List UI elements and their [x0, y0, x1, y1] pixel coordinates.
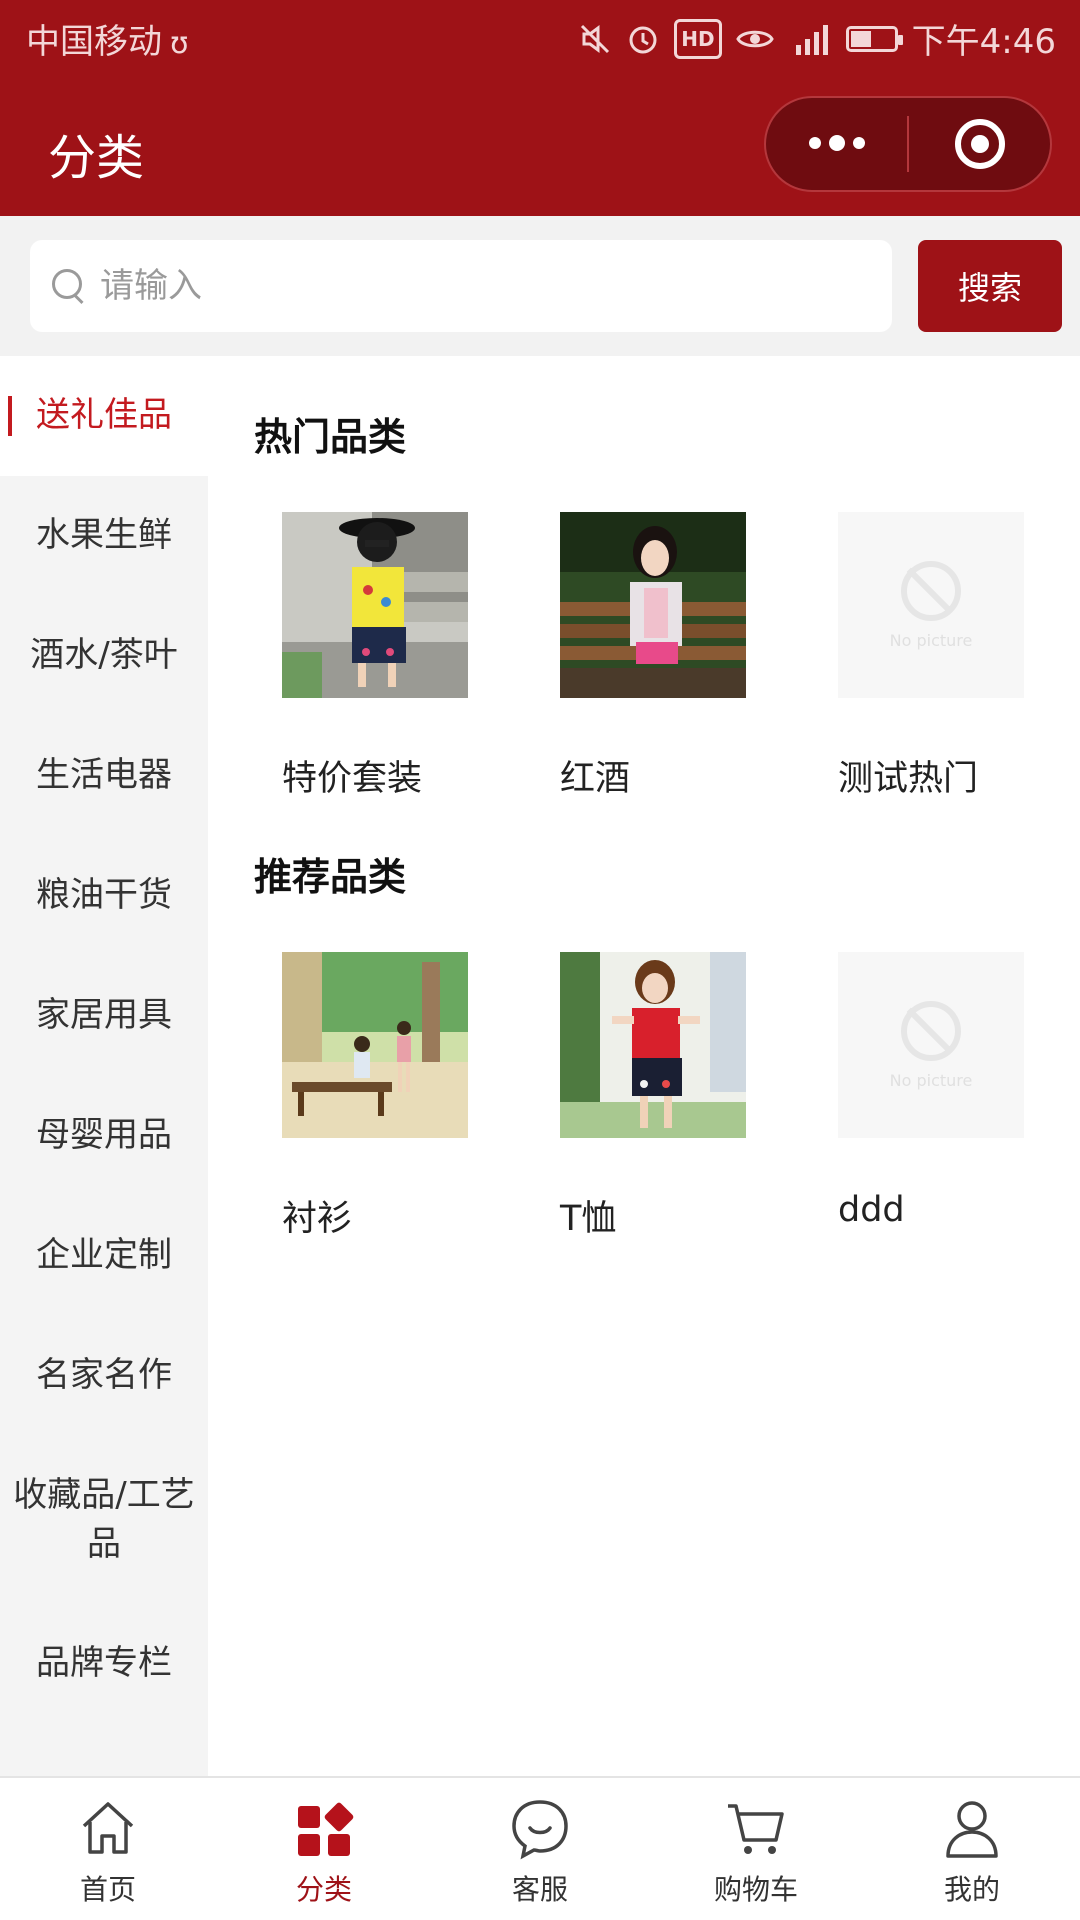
recommend-item-2[interactable]: T恤: [560, 952, 750, 1241]
hd-icon: HD: [674, 18, 722, 59]
sidebar-item-baby[interactable]: 母婴用品: [0, 1076, 208, 1196]
sidebar-item-home[interactable]: 家居用具: [0, 956, 208, 1076]
clock: 下午4:46: [911, 22, 1056, 62]
sidebar-item-gifts[interactable]: 送礼佳品: [0, 356, 208, 476]
search-icon: [52, 269, 86, 303]
no-picture-icon: [901, 560, 961, 621]
eye-icon: [735, 19, 774, 59]
chat-icon: [512, 1800, 568, 1860]
tab-home[interactable]: 首页: [0, 1778, 216, 1920]
alarm-icon: [626, 19, 660, 59]
tab-category[interactable]: 分类: [216, 1778, 432, 1920]
title-bar: 分类: [0, 76, 1080, 216]
search-box[interactable]: [30, 240, 892, 332]
hot-item-label: 特价套装: [282, 759, 423, 799]
category-icon: [298, 1802, 354, 1856]
recommend-item-1[interactable]: 衬衫: [282, 952, 472, 1241]
sidebar-item-appliances[interactable]: 生活电器: [0, 716, 208, 836]
recommend-item-label: T恤: [560, 1199, 617, 1239]
category-sidebar[interactable]: 送礼佳品 水果生鲜 酒水/茶叶 生活电器 粮油干货 家居用具 母婴用品 企业定制…: [0, 356, 208, 1776]
tab-cart[interactable]: 购物车: [648, 1778, 864, 1920]
signal-icon: [788, 19, 832, 59]
tab-service[interactable]: 客服: [432, 1778, 648, 1920]
hot-item-2[interactable]: 红酒: [560, 512, 750, 801]
no-picture-text: No picture: [889, 630, 973, 650]
hot-section-title: 热门品类: [254, 415, 407, 459]
recommend-section-title: 推荐品类: [254, 855, 407, 899]
sidebar-item-fruit[interactable]: 水果生鲜: [0, 476, 208, 596]
home-icon: [82, 1802, 134, 1854]
screen: 中国移动 ʊ HD 下午4:46 分类 请输入 搜索 送礼佳品 水果生鲜 酒水/…: [0, 0, 1080, 1920]
search-input[interactable]: [100, 266, 860, 306]
tab-label: 分类: [295, 1873, 352, 1906]
sidebar-item-artists[interactable]: 名家名作: [0, 1316, 208, 1436]
tab-label: 客服: [511, 1873, 568, 1906]
battery-icon: [845, 19, 903, 59]
bottom-tab-bar: 首页 分类 客服 购物车 我的: [0, 1776, 1080, 1920]
tab-mine[interactable]: 我的: [864, 1778, 1080, 1920]
mute-icon: [578, 19, 612, 59]
product-image-girl-yellow-shirt: [282, 512, 468, 698]
sidebar-item-enterprise[interactable]: 企业定制: [0, 1196, 208, 1316]
hot-item-3[interactable]: No picture 测试热门: [838, 512, 1028, 801]
no-picture-placeholder: No picture: [838, 952, 1024, 1138]
more-button[interactable]: [766, 98, 907, 190]
cart-icon: [728, 1804, 784, 1854]
carrier-hd-icon: ʊ: [170, 26, 189, 61]
no-picture-icon: [901, 1000, 961, 1061]
no-picture-text: No picture: [889, 1070, 973, 1090]
status-bar: 中国移动 ʊ HD 下午4:46: [0, 0, 1080, 76]
product-image-girl-red-shirt: [560, 952, 746, 1138]
search-button[interactable]: 搜索: [918, 240, 1062, 332]
top-bar: 中国移动 ʊ HD 下午4:46 分类: [0, 0, 1080, 216]
product-image-girl-bench: [560, 512, 746, 698]
sidebar-item-brands[interactable]: 品牌专栏: [0, 1604, 208, 1724]
hot-item-label: 测试热门: [838, 759, 979, 799]
sidebar-item-grain[interactable]: 粮油干货: [0, 836, 208, 956]
hot-item-label: 红酒: [560, 759, 631, 799]
page-title: 分类: [48, 130, 145, 186]
product-image-illustration-park: [282, 952, 468, 1138]
search-row: 搜索: [0, 216, 1080, 356]
recommend-item-3[interactable]: No picture ddd: [838, 952, 1028, 1230]
tab-label: 首页: [79, 1873, 136, 1906]
recommend-item-label: 衬衫: [282, 1199, 353, 1239]
carrier-name: 中国移动: [26, 22, 162, 62]
tab-label: 购物车: [713, 1873, 798, 1906]
target-icon: [954, 119, 1005, 169]
carrier: 中国移动 ʊ: [26, 14, 189, 63]
sidebar-item-collectibles[interactable]: 收藏品/工艺品: [0, 1436, 208, 1604]
tab-label: 我的: [943, 1873, 1000, 1906]
mini-program-capsule: [764, 96, 1052, 192]
close-button[interactable]: [909, 98, 1050, 190]
category-content: 热门品类 特价套装 红酒 No picture 测试热门 推荐品类 衬衫 T恤 …: [208, 356, 1080, 1776]
battery-level-fill: [850, 30, 872, 47]
status-icons: HD 下午4:46: [578, 14, 1056, 63]
user-icon: [946, 1801, 998, 1858]
hot-item-1[interactable]: 特价套装: [282, 512, 472, 801]
recommend-item-label: ddd: [838, 1190, 905, 1230]
more-dots-icon: [808, 135, 865, 151]
no-picture-placeholder: No picture: [838, 512, 1024, 698]
sidebar-item-drinks[interactable]: 酒水/茶叶: [0, 596, 208, 716]
